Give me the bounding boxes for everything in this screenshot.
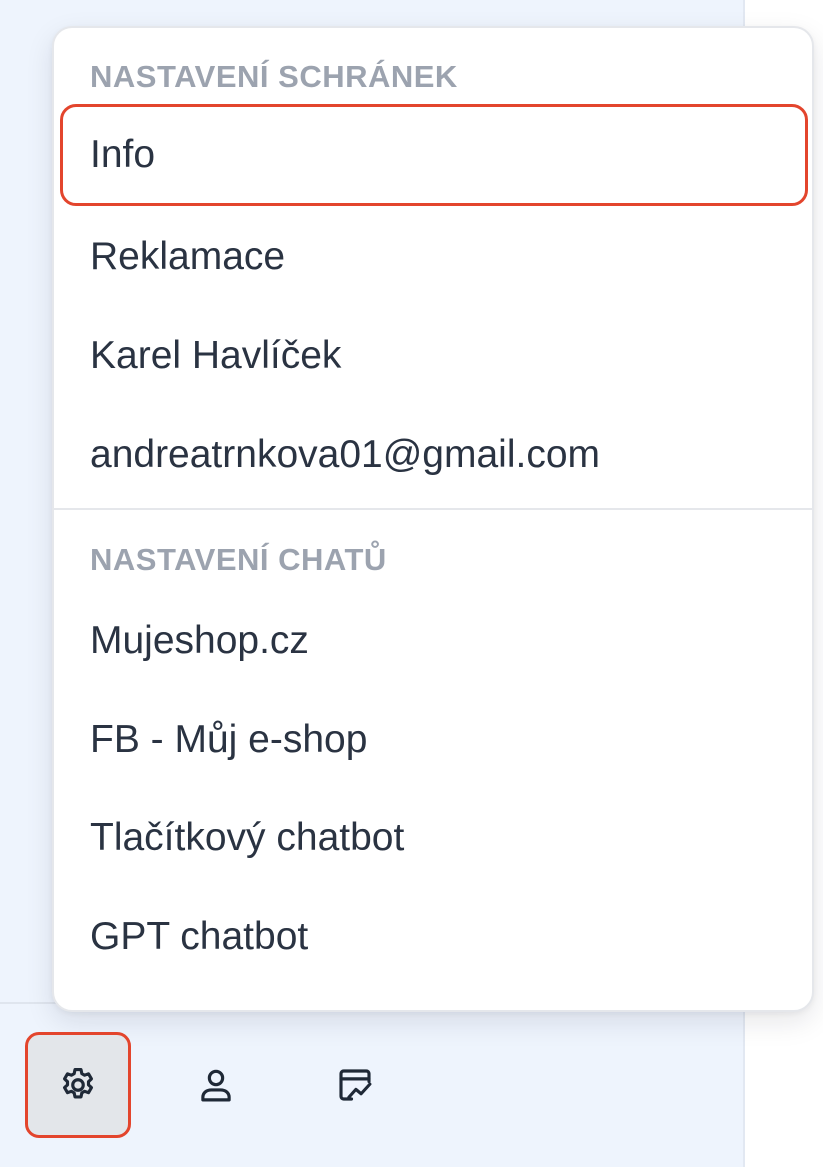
section-divider	[54, 508, 812, 510]
gear-icon	[62, 1068, 94, 1099]
section-header-chats: NASTAVENÍ CHATŮ	[90, 542, 387, 577]
menu-item-mujeshop[interactable]: Mujeshop.cz	[60, 590, 808, 692]
user-button[interactable]	[163, 1032, 269, 1138]
settings-button[interactable]	[25, 1032, 131, 1138]
menu-item-gpt-chatbot[interactable]: GPT chatbot	[60, 886, 808, 988]
menu-item-info[interactable]: Info	[60, 104, 808, 206]
menu-item-reklamace[interactable]: Reklamace	[60, 206, 808, 308]
analytics-button[interactable]	[302, 1032, 408, 1138]
analytics-icon	[339, 1069, 372, 1101]
menu-item-email-account[interactable]: andreatrnkova01@gmail.com	[60, 404, 808, 506]
menu-item-fb-eshop[interactable]: FB - Můj e-shop	[60, 689, 808, 791]
menu-item-button-chatbot[interactable]: Tlačítkový chatbot	[60, 787, 808, 889]
section-header-mailboxes: NASTAVENÍ SCHRÁNEK	[90, 59, 458, 94]
settings-dropdown-menu: NASTAVENÍ SCHRÁNEK Info Reklamace Karel …	[52, 26, 814, 1012]
menu-item-karel-havlicek[interactable]: Karel Havlíček	[60, 305, 808, 407]
user-icon	[201, 1069, 231, 1102]
